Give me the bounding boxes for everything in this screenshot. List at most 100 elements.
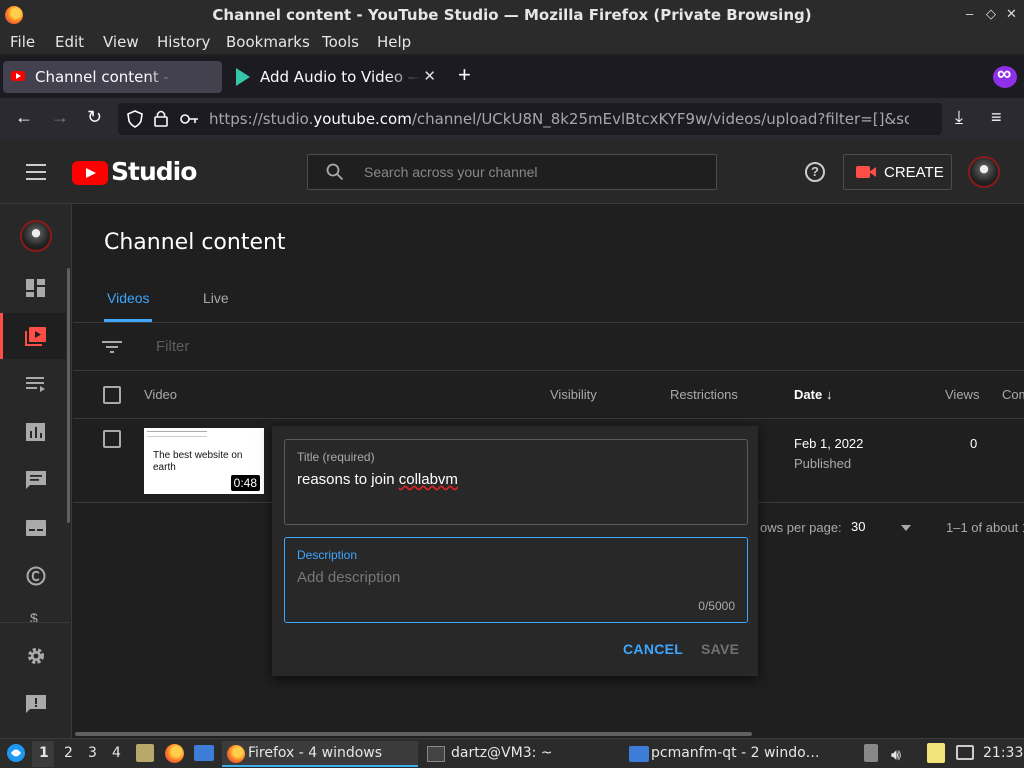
menu-view[interactable]: View	[103, 33, 139, 51]
menu-history[interactable]: History	[157, 33, 210, 51]
column-restrictions[interactable]: Restrictions	[670, 387, 738, 402]
taskbar-window-label: Firefox - 4 windows	[248, 745, 383, 761]
reload-button[interactable]: ↻	[87, 107, 102, 128]
window-titlebar: Channel content - YouTube Studio — Mozil…	[0, 0, 1024, 30]
column-views[interactable]: Views	[945, 387, 979, 402]
send-feedback-icon[interactable]	[25, 694, 47, 714]
horizontal-scrollbar[interactable]	[75, 732, 752, 736]
playlists-icon[interactable]	[25, 374, 47, 394]
permissions-key-icon[interactable]	[180, 112, 200, 126]
sidebar-scrollbar[interactable]	[67, 268, 70, 523]
search-placeholder: Search across your channel	[364, 164, 538, 180]
notes-tray-icon[interactable]	[927, 743, 945, 763]
search-icon	[326, 163, 344, 181]
rows-per-page-label: ows per page:	[760, 520, 842, 535]
create-label: CREATE	[884, 164, 944, 181]
description-char-count: 0/5000	[698, 599, 735, 613]
description-placeholder[interactable]: Add description	[297, 569, 400, 586]
video-thumbnail[interactable]: The best website on earth 0:48	[144, 428, 264, 494]
dropdown-arrow-icon[interactable]	[901, 525, 911, 531]
rows-per-page-select[interactable]: 30	[851, 519, 865, 534]
forward-button[interactable]: →	[51, 107, 69, 128]
taskbar-window-firefox[interactable]: Firefox - 4 windows	[222, 741, 418, 767]
video-date-status: Published	[794, 456, 852, 471]
comments-icon[interactable]	[25, 470, 47, 490]
channel-search-input[interactable]: Search across your channel	[307, 154, 717, 190]
private-browsing-icon	[993, 63, 1017, 88]
analytics-icon[interactable]	[25, 422, 47, 442]
sort-arrow-down-icon[interactable]: ↓	[826, 387, 833, 402]
url-text: https://studio.youtube.com/channel/UCkU8…	[209, 110, 909, 128]
menu-file[interactable]: File	[10, 33, 35, 51]
app-launcher-icon[interactable]	[6, 743, 26, 763]
close-tab-icon[interactable]: ✕	[423, 67, 436, 85]
title-field[interactable]: Title (required) reasons to join collabv…	[284, 439, 748, 525]
network-tray-icon[interactable]	[956, 745, 974, 760]
column-video: Video	[144, 387, 178, 402]
url-bar[interactable]: https://studio.youtube.com/channel/UCkU8…	[118, 103, 942, 135]
clipboard-tray-icon[interactable]	[864, 744, 878, 762]
taskbar-window-pcmanfm[interactable]: pcmanfm-qt - 2 windo…	[624, 741, 820, 767]
firefox-launcher-icon[interactable]	[165, 744, 184, 763]
tab-live[interactable]: Live	[203, 290, 229, 306]
taskbar-window-label: pcmanfm-qt - 2 windo…	[651, 745, 820, 761]
close-window-button[interactable]: ✕	[1006, 6, 1017, 22]
earn-icon[interactable]: $	[30, 610, 38, 622]
file-manager-launcher-icon[interactable]	[136, 744, 154, 762]
youtube-logo-icon[interactable]	[72, 161, 108, 185]
show-desktop-icon[interactable]	[194, 745, 214, 761]
folder-icon	[629, 746, 649, 762]
clock: 21:33	[983, 745, 1024, 761]
title-edit-popup: Title (required) reasons to join collabv…	[272, 426, 758, 676]
cancel-button[interactable]: CANCEL	[623, 641, 683, 657]
subtitles-icon[interactable]	[25, 518, 47, 538]
tab-youtube-studio[interactable]: Channel content - YouTube Studio	[3, 61, 222, 93]
content-icon[interactable]	[25, 326, 47, 346]
title-field-value[interactable]: reasons to join collabvm	[297, 471, 458, 488]
tracking-shield-icon[interactable]	[127, 110, 143, 128]
workspace-1[interactable]: 1	[39, 745, 49, 761]
downloads-icon[interactable]: ⤓	[955, 107, 963, 128]
account-avatar[interactable]	[968, 156, 1000, 188]
tab-videos[interactable]: Videos	[107, 290, 150, 306]
taskbar-window-label: dartz@VM3: ~	[451, 745, 553, 761]
workspace-2[interactable]: 2	[64, 745, 73, 761]
pagination-range: 1–1 of about 1	[946, 520, 1024, 535]
workspace-3[interactable]: 3	[88, 745, 97, 761]
copyright-icon[interactable]	[25, 566, 47, 586]
maximize-button[interactable]: ◇	[986, 6, 996, 22]
app-menu-icon[interactable]: ≡	[991, 107, 1002, 128]
volume-tray-icon[interactable]: 🔊︎	[891, 745, 901, 765]
select-all-checkbox[interactable]	[103, 386, 121, 404]
filter-input[interactable]: Filter	[156, 338, 189, 355]
help-icon[interactable]: ?	[805, 162, 825, 182]
save-button[interactable]: SAVE	[701, 641, 739, 657]
tab-strip: Channel content - YouTube Studio Add Aud…	[0, 56, 1024, 98]
back-button[interactable]: ←	[15, 107, 33, 128]
video-duration: 0:48	[230, 475, 260, 491]
thumbnail-header-lines	[147, 431, 207, 437]
lock-icon[interactable]	[154, 109, 168, 127]
menu-tools[interactable]: Tools	[322, 33, 359, 51]
studio-logo-text[interactable]: Studio	[111, 157, 197, 186]
settings-gear-icon[interactable]	[25, 646, 47, 666]
create-button[interactable]: CREATE	[843, 154, 952, 190]
menu-edit[interactable]: Edit	[55, 33, 84, 51]
column-visibility[interactable]: Visibility	[550, 387, 597, 402]
desktop-taskbar: 1 2 3 4 Firefox - 4 windows dartz@VM3: ~…	[0, 738, 1024, 768]
hamburger-menu-icon[interactable]	[26, 164, 46, 180]
column-date[interactable]: Date	[794, 387, 822, 402]
column-comments[interactable]: Com	[1002, 387, 1024, 402]
row-checkbox[interactable]	[103, 430, 121, 448]
channel-avatar[interactable]	[20, 220, 52, 252]
menu-bookmarks[interactable]: Bookmarks	[226, 33, 310, 51]
description-field[interactable]: Description Add description 0/5000	[284, 537, 748, 623]
taskbar-window-terminal[interactable]: dartz@VM3: ~	[422, 741, 618, 767]
workspace-4[interactable]: 4	[112, 745, 121, 761]
menu-help[interactable]: Help	[377, 33, 411, 51]
dashboard-icon[interactable]	[25, 278, 47, 298]
new-tab-button[interactable]: +	[458, 62, 471, 88]
tab-clideo[interactable]: Add Audio to Video — Clideo ✕	[228, 61, 444, 93]
minimize-button[interactable]: –	[966, 6, 973, 21]
filter-icon[interactable]	[101, 339, 123, 355]
